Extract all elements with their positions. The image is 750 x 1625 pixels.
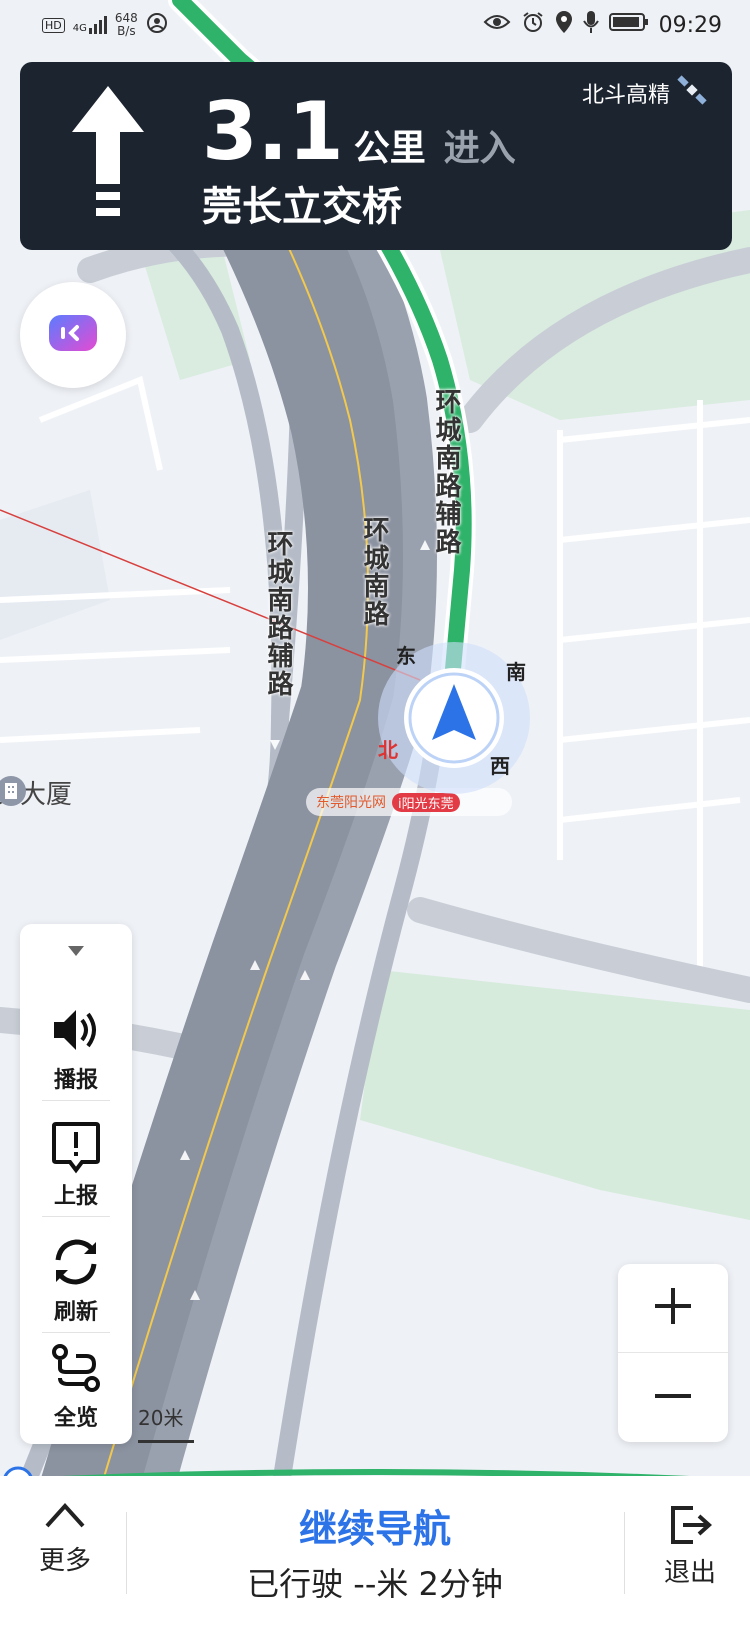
plus-icon [653, 1286, 693, 1330]
bottom-bar: 更多 继续导航 已行驶 --米 2分钟 退出 [0, 1476, 750, 1625]
speaker-icon [50, 1004, 102, 1060]
tool-panel: 播报 上报 刷新 全览 [20, 924, 132, 1444]
positioning-label: 北斗高精 [581, 83, 670, 108]
clock: 09:29 [658, 12, 722, 38]
compass-north: 北 [378, 738, 398, 762]
report-icon [50, 1120, 102, 1180]
microphone-icon [582, 10, 599, 40]
minus-icon [653, 1376, 693, 1420]
divider [126, 1512, 127, 1594]
distance-value: 3.1 [202, 85, 344, 178]
maneuver-action: 进入 [443, 128, 516, 169]
location-icon [555, 10, 573, 40]
signal-icon: 4G [73, 16, 107, 34]
battery-icon [608, 12, 649, 38]
chevron-up-icon [43, 1503, 87, 1534]
route-overview-icon [50, 1342, 102, 1398]
next-road-name: 莞长立交桥 [202, 184, 402, 230]
refresh-button[interactable]: 刷新 [20, 1226, 132, 1338]
broadcast-label: 播报 [53, 1068, 98, 1093]
report-button[interactable]: 上报 [20, 1110, 132, 1222]
road-label-south-ring-aux-west: 环城南路辅路 [263, 530, 293, 698]
compass-south: 南 [506, 660, 526, 684]
more-button[interactable]: 更多 [20, 1500, 110, 1577]
exit-button[interactable]: 退出 [640, 1504, 740, 1589]
overview-label: 全览 [53, 1406, 98, 1431]
report-label: 上报 [53, 1184, 98, 1209]
refresh-icon [50, 1236, 102, 1292]
status-bar: HD 4G 648 B/s 09:29 [0, 0, 750, 52]
scale-bar [138, 1440, 194, 1443]
distance-row: 3.1 公里 进入 [202, 92, 516, 172]
trip-summary: 已行驶 --米 2分钟 [247, 1565, 503, 1603]
collapse-button[interactable] [20, 942, 132, 963]
road-label-south-ring-aux-east: 环城南路辅路 [431, 388, 461, 556]
positioning-source: 北斗高精 [582, 74, 708, 112]
network-speed: 648 B/s [115, 12, 138, 38]
triangle-down-icon [66, 942, 86, 963]
broadcast-button[interactable]: 播报 [20, 994, 132, 1106]
zoom-out-button[interactable] [618, 1354, 728, 1442]
refresh-label: 刷新 [53, 1300, 98, 1325]
divider [42, 1216, 110, 1217]
continue-navigation-label: 继续导航 [298, 1507, 451, 1551]
scale-label: 20米 [138, 1406, 184, 1430]
continue-navigation-button[interactable]: 继续导航 已行驶 --米 2分钟 [130, 1498, 620, 1605]
poi-building[interactable]: 务大厦 [0, 774, 80, 811]
divider [42, 1100, 110, 1101]
alarm-icon [521, 10, 545, 40]
speed-unit: B/s [117, 24, 136, 38]
exit-label: 退出 [663, 1558, 716, 1588]
straight-arrow-icon [70, 84, 146, 228]
divider [618, 1352, 728, 1353]
eye-icon [483, 12, 511, 38]
distance-unit: 公里 [353, 128, 426, 169]
overview-button[interactable]: 全览 [20, 1332, 132, 1444]
satellite-icon [676, 74, 708, 112]
profile-icon [146, 12, 168, 38]
hd-icon: HD [42, 17, 65, 33]
exit-icon [667, 1506, 713, 1550]
network-type: 4G [72, 23, 87, 34]
more-label: 更多 [38, 1546, 91, 1576]
divider [624, 1512, 625, 1594]
navigation-banner[interactable]: 3.1 公里 进入 莞长立交桥 北斗高精 [20, 62, 732, 250]
speed-value: 648 [114, 11, 138, 25]
zoom-in-button[interactable] [618, 1264, 728, 1352]
compass-east: 东 [396, 644, 416, 668]
compass-west: 西 [490, 754, 510, 778]
assistant-icon [47, 313, 99, 357]
zoom-control [618, 1264, 728, 1442]
road-label-south-ring: 环城南路 [359, 516, 389, 628]
voice-assistant-button[interactable] [20, 282, 126, 388]
